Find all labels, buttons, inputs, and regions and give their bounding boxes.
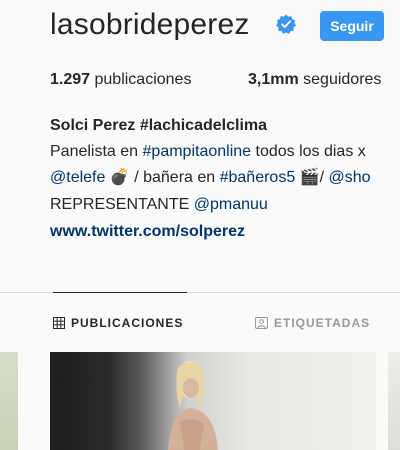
post-thumbnail[interactable] — [388, 352, 400, 450]
follow-button[interactable]: Seguir — [320, 11, 384, 41]
tab-publicaciones[interactable]: PUBLICACIONES — [53, 316, 183, 330]
verified-badge-icon — [276, 14, 296, 34]
tab-etiquetadas[interactable]: ETIQUETADAS — [255, 316, 370, 330]
bio-line-3: REPRESENTANTE @pmanuu — [50, 194, 268, 216]
bio-line-2: @telefe 💣 / bañera en #bañeros5 🎬/ @sho — [50, 167, 371, 189]
posts-count: 1.297 — [50, 71, 91, 88]
post-thumbnail[interactable] — [50, 352, 376, 450]
followers-count: 3,1mm — [248, 71, 299, 88]
clapper-emoji-icon: 🎬 — [299, 169, 320, 186]
bio-text: / — [319, 169, 329, 186]
mention-link[interactable]: @sho — [329, 169, 371, 186]
post-thumbnail[interactable] — [0, 352, 18, 450]
posts-count-stat: 1.297 publicaciones — [50, 71, 191, 89]
bio-text: REPRESENTANTE — [50, 196, 194, 213]
tab-publicaciones-label: PUBLICACIONES — [71, 316, 184, 330]
bio-full-name: Solci Perez #lachicadelclima — [50, 117, 268, 134]
post-photo-image — [168, 361, 218, 450]
tagged-person-icon — [255, 317, 268, 329]
bio-text: / bañera en — [129, 169, 220, 186]
bio-text: todos los dias x — [251, 143, 366, 160]
followers-label: seguidores — [303, 71, 382, 88]
tab-etiquetadas-label: ETIQUETADAS — [274, 316, 371, 330]
bio-text: Panelista en — [50, 143, 143, 160]
hashtag-link[interactable]: #bañeros5 — [220, 169, 296, 186]
mention-link[interactable]: @pmanuu — [194, 196, 268, 213]
bio-line-1: Panelista en #pampitaonline todos los di… — [50, 141, 366, 163]
grid-icon — [53, 317, 65, 329]
bio-website-link[interactable]: www.twitter.com/solperez — [50, 221, 245, 243]
followers-count-stat[interactable]: 3,1mm seguidores — [248, 71, 381, 89]
hashtag-link[interactable]: #pampitaonline — [143, 143, 252, 160]
active-tab-indicator — [53, 292, 187, 293]
profile-username: lasobrideperez — [50, 8, 250, 41]
mention-link[interactable]: @telefe — [50, 169, 105, 186]
bomb-emoji-icon: 💣 — [109, 169, 130, 186]
posts-label: publicaciones — [94, 71, 192, 88]
